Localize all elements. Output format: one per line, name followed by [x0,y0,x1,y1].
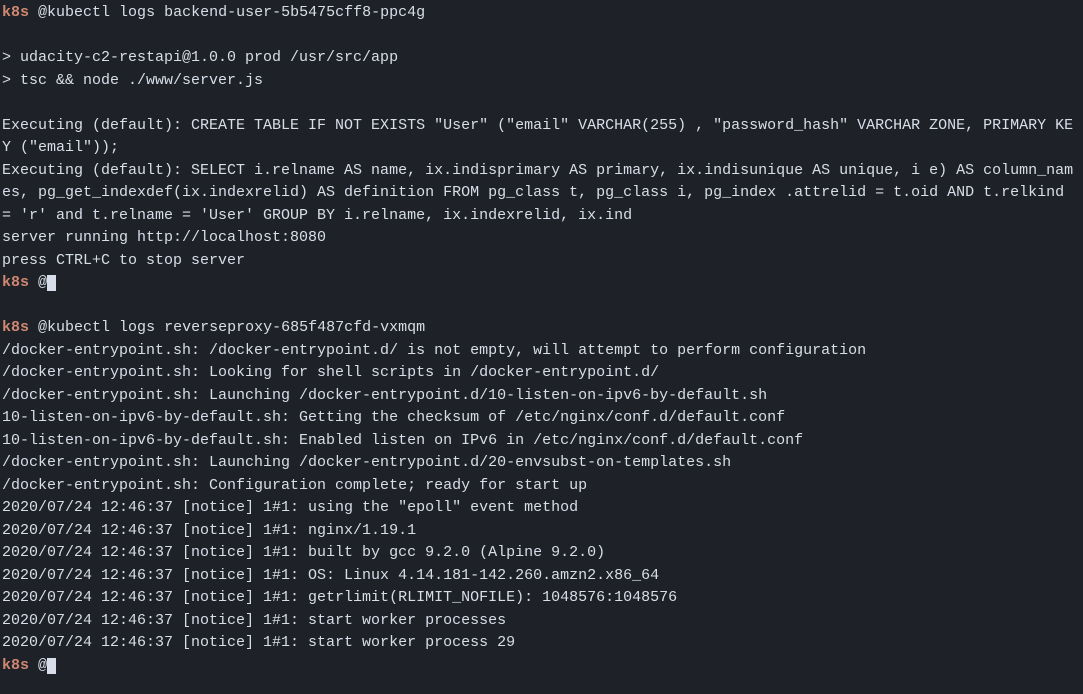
output-line: > tsc && node ./www/server.js [2,70,1081,93]
command-line-1: k8s @kubectl logs backend-user-5b5475cff… [2,2,1081,25]
prompt-hostname: k8s [2,4,29,21]
output-line: 2020/07/24 12:46:37 [notice] 1#1: start … [2,632,1081,655]
output-line: 10-listen-on-ipv6-by-default.sh: Enabled… [2,430,1081,453]
output-line: /docker-entrypoint.sh: Launching /docker… [2,385,1081,408]
prompt-hostname: k8s [2,657,29,674]
at-sign: @ [38,657,47,674]
at-sign: @ [38,319,47,336]
output-line: Executing (default): SELECT i.relname AS… [2,160,1081,228]
output-line: press CTRL+C to stop server [2,250,1081,273]
prompt-hostname: k8s [2,274,29,291]
blank-line [2,295,1081,318]
command-text: kubectl logs backend-user-5b5475cff8-ppc… [47,4,425,21]
command-line-2: k8s @ [2,272,1081,295]
at-sign: @ [38,4,47,21]
output-line: /docker-entrypoint.sh: Launching /docker… [2,452,1081,475]
command-text: kubectl logs reverseproxy-685f487cfd-vxm… [47,319,425,336]
output-line: > udacity-c2-restapi@1.0.0 prod /usr/src… [2,47,1081,70]
output-line: 2020/07/24 12:46:37 [notice] 1#1: getrli… [2,587,1081,610]
cursor-icon [47,275,56,291]
terminal-output[interactable]: k8s @kubectl logs backend-user-5b5475cff… [2,2,1081,677]
output-line: /docker-entrypoint.sh: Configuration com… [2,475,1081,498]
blank-line [2,92,1081,115]
output-line: Executing (default): CREATE TABLE IF NOT… [2,115,1081,160]
cursor-icon [47,658,56,674]
output-line: 2020/07/24 12:46:37 [notice] 1#1: using … [2,497,1081,520]
prompt-hostname: k8s [2,319,29,336]
command-line-4: k8s @ [2,655,1081,678]
blank-line [2,25,1081,48]
output-line: 2020/07/24 12:46:37 [notice] 1#1: OS: Li… [2,565,1081,588]
output-line: /docker-entrypoint.sh: Looking for shell… [2,362,1081,385]
output-line: 2020/07/24 12:46:37 [notice] 1#1: built … [2,542,1081,565]
command-line-3: k8s @kubectl logs reverseproxy-685f487cf… [2,317,1081,340]
at-sign: @ [38,274,47,291]
output-line: 2020/07/24 12:46:37 [notice] 1#1: nginx/… [2,520,1081,543]
output-line: 10-listen-on-ipv6-by-default.sh: Getting… [2,407,1081,430]
output-line: 2020/07/24 12:46:37 [notice] 1#1: start … [2,610,1081,633]
output-line: server running http://localhost:8080 [2,227,1081,250]
output-line: /docker-entrypoint.sh: /docker-entrypoin… [2,340,1081,363]
